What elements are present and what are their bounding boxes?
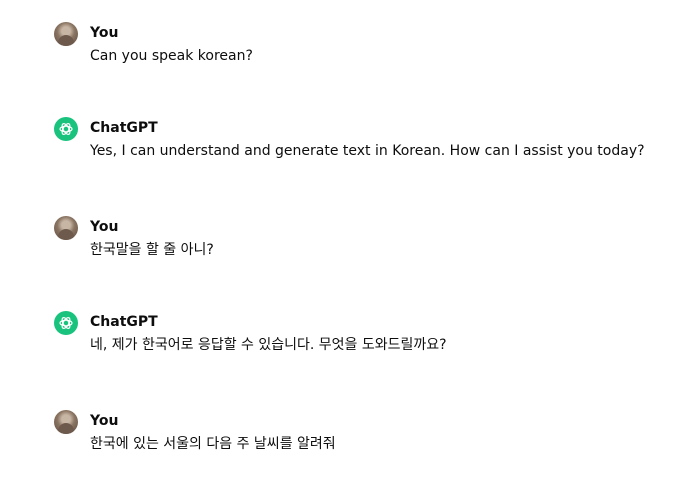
user-avatar (54, 216, 78, 240)
chatgpt-avatar (54, 311, 78, 335)
message-text: 네, 제가 한국어로 응답할 수 있습니다. 무엇을 도와드릴까요? (90, 337, 447, 353)
message-text: Can you speak korean? (90, 48, 253, 64)
chatgpt-avatar (54, 117, 78, 141)
message-author: You (90, 219, 119, 235)
message-author: You (90, 413, 119, 429)
message-author: ChatGPT (90, 120, 158, 136)
message-text: Yes, I can understand and generate text … (90, 143, 645, 159)
openai-logo-icon (59, 317, 73, 329)
user-avatar (54, 22, 78, 46)
message-author: You (90, 25, 119, 41)
openai-logo-icon (59, 123, 73, 135)
user-avatar (54, 410, 78, 434)
message-text: 한국말을 할 줄 아니? (90, 242, 214, 258)
message-text: 한국에 있는 서울의 다음 주 날씨를 알려줘 (90, 436, 336, 452)
message-author: ChatGPT (90, 314, 158, 330)
chat-page: { "conversation": { "messages": [ { "aut… (0, 0, 693, 483)
